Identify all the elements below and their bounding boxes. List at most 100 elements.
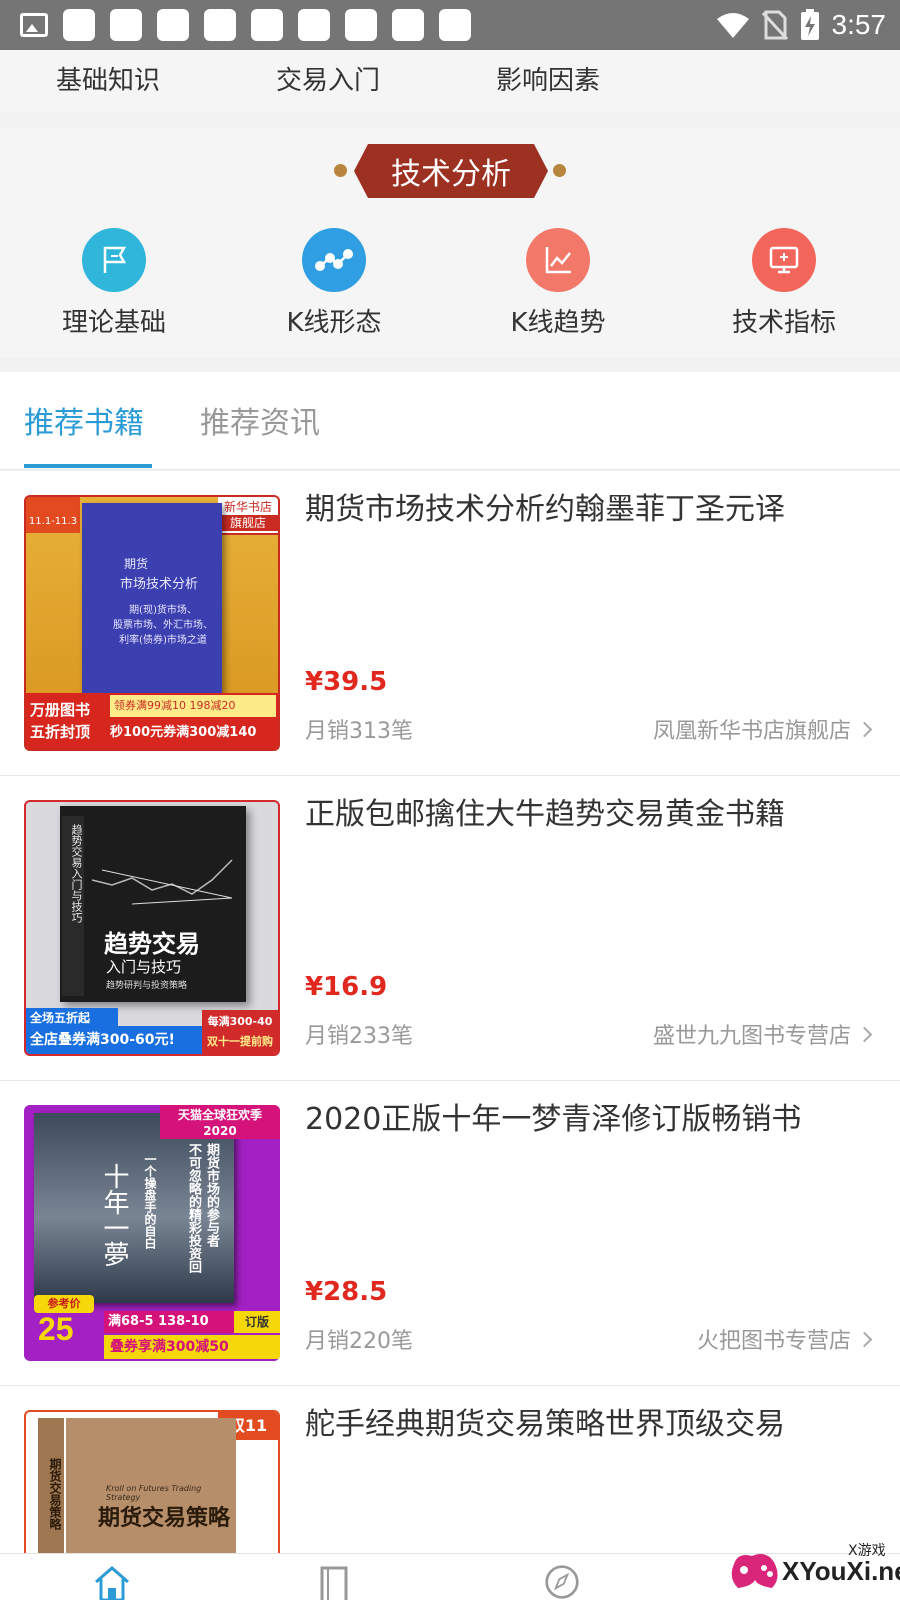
- promo-strip: 万册图书 五折封顶 领券满99减10 198减20 秒100元券满300减140: [26, 693, 278, 749]
- book-subtitle-line: 利率(债券)市场之道: [119, 635, 207, 646]
- nav-trading-intro[interactable]: 交易入门: [276, 60, 380, 97]
- book-price: ¥39.5: [305, 667, 388, 697]
- image-notification-icon: [20, 13, 48, 37]
- monthly-sales: 月销233笔: [305, 1024, 413, 1049]
- app-notification-icon: [345, 9, 377, 41]
- book-item[interactable]: 双11 期货交易策略 Kroll on Futures Trading Stra…: [0, 1386, 900, 1570]
- book-item[interactable]: 11.1-11.3 新华书店 旗舰店 期货 市场技术分析 期(现)货市场、 股票…: [0, 471, 900, 776]
- book-small-title: 趋势研判与投资策略: [106, 981, 188, 991]
- status-bar: 3:57: [0, 0, 900, 50]
- calligraphy-title: 十年一夢: [99, 1163, 129, 1267]
- app-notification-icon: [110, 9, 142, 41]
- monthly-sales: 月销313笔: [305, 719, 413, 744]
- store-badge-sub: 旗舰店: [218, 515, 278, 531]
- slogan-line: 期货市场的参与者: [204, 1143, 219, 1247]
- category-k-line-trend[interactable]: K线趋势: [478, 228, 638, 339]
- book-cover-image: 十年一夢 一个操盘手的自白 期货市场的参与者 不可忽略的精彩投资回 天猫全球狂欢…: [24, 1105, 280, 1361]
- book-icon[interactable]: [318, 1564, 350, 1600]
- chart-illustration: [92, 859, 233, 905]
- store-badge: 新华书店 旗舰店: [218, 497, 278, 535]
- shop-link[interactable]: 凤凰新华书店旗舰店: [652, 713, 873, 745]
- nodes-icon: [302, 228, 366, 292]
- promo-text: 叠券享满300减50: [104, 1335, 280, 1359]
- tab-recommended-news[interactable]: 推荐资讯: [200, 398, 320, 442]
- app-notification-icon: [251, 9, 283, 41]
- notification-icons: [20, 9, 471, 41]
- promo-text: 万册图书: [30, 701, 91, 719]
- promo-text: 五折封顶: [30, 723, 91, 741]
- shop-link[interactable]: 火把图书专营店: [696, 1323, 873, 1355]
- edition-badge: 订版: [234, 1311, 280, 1333]
- book-subtitle-line: 期(现)货市场、: [129, 605, 197, 616]
- category-technical-indicators[interactable]: 技术指标: [704, 228, 864, 339]
- clock: 3:57: [831, 9, 887, 40]
- nav-influence-factors[interactable]: 影响因素: [496, 60, 600, 97]
- shop-name: 火把图书专营店: [696, 1329, 851, 1354]
- book-cover-image: 11.1-11.3 新华书店 旗舰店 期货 市场技术分析 期(现)货市场、 股票…: [24, 495, 280, 751]
- slogan-line: 一个操盘手的自白: [143, 1153, 157, 1249]
- shop-name: 盛世九九图书专营店: [652, 1024, 851, 1049]
- promo-right: 每满300-40 双十一提前购: [202, 1010, 278, 1054]
- app-notification-icon: [63, 9, 95, 41]
- shop-name: 凤凰新华书店旗舰店: [652, 719, 851, 744]
- app-notification-icon: [392, 9, 424, 41]
- book-main-title: 趋势交易: [104, 930, 200, 958]
- category-label: K线形态: [286, 308, 382, 338]
- book-spine-text: 趋势交易入门与技巧: [62, 816, 84, 996]
- book-front: 趋势交易入门与技巧 趋势交易 入门与技巧 趋势研判与投资策略: [60, 806, 246, 1002]
- promo-text: 满68-5 138-10: [104, 1311, 234, 1333]
- book-title: 期货市场技术分析约翰墨菲丁圣元译: [305, 492, 785, 527]
- flag-icon: [82, 228, 146, 292]
- chevron-right-icon: [856, 1331, 873, 1347]
- vertical-slogan: 一个操盘手的自白: [142, 1153, 158, 1249]
- ref-price: 25: [38, 1311, 74, 1347]
- app-notification-icon: [439, 9, 471, 41]
- book-item[interactable]: 趋势交易入门与技巧 趋势交易 入门与技巧 趋势研判与投资策略 全场五折起 全店叠…: [0, 776, 900, 1081]
- no-sim-icon: [761, 10, 788, 40]
- event-badge-title: 天猫全球狂欢季: [177, 1108, 262, 1122]
- category-label: 理论基础: [61, 308, 166, 338]
- technical-analysis-section: 技术分析 理论基础 K线形态 K线趋势 技术指标: [0, 128, 900, 358]
- promo-badge: 全场五折起: [26, 1008, 118, 1028]
- book-subtitle: 期(现)货市场、 股票市场、外汇市场、 利率(债券)市场之道: [108, 603, 218, 648]
- wifi-icon: [716, 13, 749, 38]
- section-banner: 技术分析: [0, 144, 900, 200]
- event-badge: 天猫全球狂欢季 2020: [160, 1105, 280, 1139]
- event-badge-year: 2020: [203, 1124, 237, 1138]
- book-title: 2020正版十年一梦青泽修订版畅销书: [305, 1102, 802, 1137]
- book-item[interactable]: 十年一夢 一个操盘手的自白 期货市场的参与者 不可忽略的精彩投资回 天猫全球狂欢…: [0, 1081, 900, 1386]
- book-list: 11.1-11.3 新华书店 旗舰店 期货 市场技术分析 期(现)货市场、 股票…: [0, 471, 900, 1570]
- watermark-text: XYouXi.net: [782, 1556, 900, 1586]
- app-notification-icon: [298, 9, 330, 41]
- app-notification-icon: [157, 9, 189, 41]
- chevron-right-icon: [856, 1026, 873, 1042]
- book-cover-image: 趋势交易入门与技巧 趋势交易 入门与技巧 趋势研判与投资策略 全场五折起 全店叠…: [24, 800, 280, 1056]
- slogan-line: 不可忽略的精彩投资回: [186, 1143, 201, 1273]
- tab-recommended-books[interactable]: 推荐书籍: [24, 398, 144, 442]
- chevron-right-icon: [856, 721, 873, 737]
- category-k-line-pattern[interactable]: K线形态: [254, 228, 414, 339]
- nav-basic-knowledge[interactable]: 基础知识: [56, 60, 160, 97]
- category-theory-basics[interactable]: 理论基础: [34, 228, 194, 339]
- top-category-nav: 基础知识 交易入门 影响因素: [0, 50, 900, 112]
- coupon-text: 秒100元券满300减140: [110, 725, 257, 740]
- book-subtitle-line: 股票市场、外汇市场、: [113, 620, 213, 631]
- site-watermark: X游戏 XYouXi.net: [728, 1538, 900, 1600]
- book-title: 正版包邮擒住大牛趋势交易黄金书籍: [305, 797, 785, 832]
- book-price: ¥16.9: [305, 972, 388, 1002]
- book-cover-image: 双11 期货交易策略 Kroll on Futures Trading Stra…: [24, 1410, 280, 1570]
- gamepad-logo-icon: [731, 1554, 778, 1588]
- promo-text: 每满300-40: [207, 1015, 273, 1028]
- book-title-line: 市场技术分析: [120, 577, 199, 592]
- shop-link[interactable]: 盛世九九图书专营店: [652, 1018, 873, 1050]
- banner-dot-left: [334, 164, 347, 177]
- book-sub-title: 入门与技巧: [106, 958, 182, 976]
- monitor-icon: [752, 228, 816, 292]
- book-spine-text: 期货交易策略: [38, 1418, 64, 1570]
- trend-chart-icon: [526, 228, 590, 292]
- book-title: 舵手经典期货交易策略世界顶级交易: [305, 1407, 785, 1442]
- home-icon[interactable]: [92, 1564, 132, 1600]
- battery-charging-icon: [800, 9, 819, 40]
- compass-icon[interactable]: [542, 1564, 582, 1600]
- category-label: K线趋势: [510, 308, 606, 338]
